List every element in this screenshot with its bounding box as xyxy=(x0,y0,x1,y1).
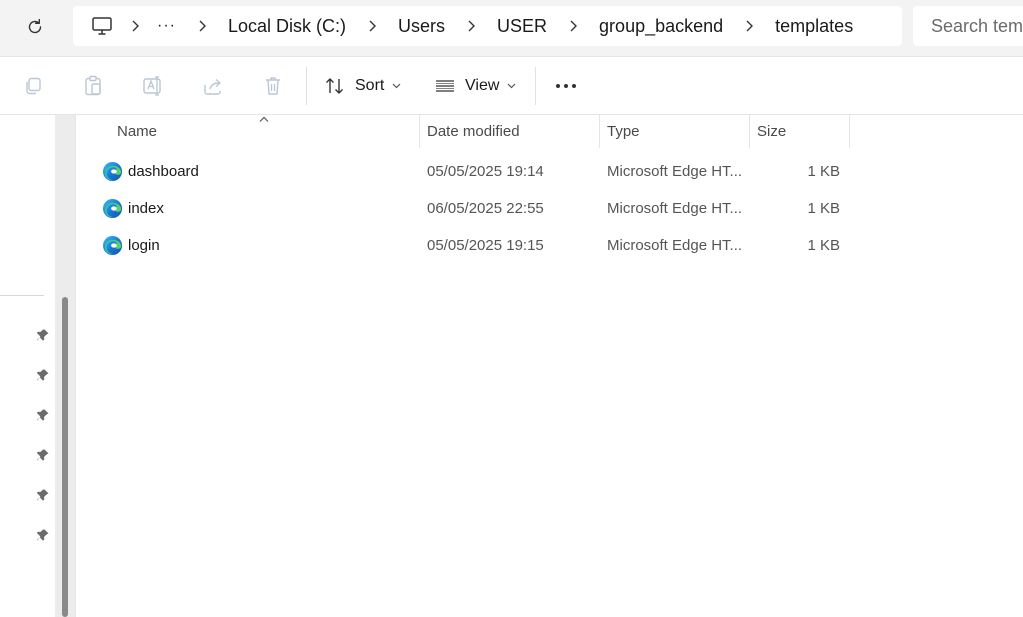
file-row[interactable]: dashboard 05/05/2025 19:14 Microsoft Edg… xyxy=(96,153,850,190)
paste-icon xyxy=(85,75,101,96)
file-row[interactable]: login 05/05/2025 19:15 Microsoft Edge HT… xyxy=(96,227,850,264)
nav-scrollbar-thumb[interactable] xyxy=(62,297,68,617)
breadcrumb-item-users[interactable]: Users xyxy=(394,11,449,41)
file-name: dashboard xyxy=(128,163,199,180)
command-divider xyxy=(306,67,307,105)
copy-icon xyxy=(26,77,41,95)
this-pc-button[interactable] xyxy=(87,11,117,41)
file-date-modified: 05/05/2025 19:15 xyxy=(427,237,544,254)
pin-icon[interactable] xyxy=(35,367,51,383)
command-bar: Sort View xyxy=(0,57,1023,115)
file-name: index xyxy=(128,200,164,217)
file-name: login xyxy=(128,237,160,254)
breadcrumb-item-group-backend[interactable]: group_backend xyxy=(595,11,727,41)
breadcrumb-item-local-disk[interactable]: Local Disk (C:) xyxy=(224,11,350,41)
sort-label: Sort xyxy=(355,77,385,94)
breadcrumb[interactable]: ··· Local Disk (C:) Users USER group_bac… xyxy=(73,6,902,46)
file-list: Name Date modified Type Size dashboard 0… xyxy=(76,115,1023,617)
sort-button[interactable]: Sort xyxy=(324,70,401,102)
see-more-button[interactable] xyxy=(549,70,583,102)
breadcrumb-overflow-button[interactable]: ··· xyxy=(153,11,180,41)
sort-arrows-icon xyxy=(326,78,343,94)
navigation-pane xyxy=(0,115,76,617)
breadcrumb-separator[interactable] xyxy=(449,11,493,41)
breadcrumb-separator[interactable] xyxy=(551,11,595,41)
more-icon xyxy=(556,84,576,88)
copy-button[interactable] xyxy=(17,70,49,102)
chevron-right-icon xyxy=(199,20,206,32)
breadcrumb-separator[interactable] xyxy=(117,11,153,41)
file-type: Microsoft Edge HT... xyxy=(607,163,743,180)
pin-icon[interactable] xyxy=(35,447,51,463)
chevron-right-icon xyxy=(746,20,754,32)
chevron-right-icon xyxy=(570,20,578,32)
refresh-icon xyxy=(28,18,42,34)
chevron-down-icon xyxy=(392,83,401,89)
edge-html-file-icon xyxy=(102,235,123,256)
share-icon xyxy=(204,78,221,95)
file-type: Microsoft Edge HT... xyxy=(607,237,743,254)
breadcrumb-item-templates[interactable]: templates xyxy=(771,11,857,41)
pin-icon[interactable] xyxy=(35,407,51,423)
chevron-right-icon xyxy=(468,20,476,32)
file-size: 1 KB xyxy=(807,237,840,254)
pin-icon[interactable] xyxy=(35,487,51,503)
chevron-right-icon xyxy=(369,20,377,32)
edge-html-file-icon xyxy=(102,198,123,219)
refresh-button[interactable] xyxy=(22,14,48,40)
chevron-right-icon xyxy=(132,20,139,32)
pin-icon[interactable] xyxy=(35,327,51,343)
trash-icon xyxy=(266,77,280,95)
file-date-modified: 06/05/2025 22:55 xyxy=(427,200,544,217)
delete-button[interactable] xyxy=(257,70,289,102)
pin-icon[interactable] xyxy=(35,527,51,543)
column-header-size[interactable]: Size xyxy=(750,115,849,148)
view-label: View xyxy=(465,77,500,94)
computer-icon xyxy=(92,17,112,35)
breadcrumb-item-user[interactable]: USER xyxy=(493,11,551,41)
file-size: 1 KB xyxy=(807,200,840,217)
rename-icon xyxy=(143,76,161,96)
file-size: 1 KB xyxy=(807,163,840,180)
column-header-date[interactable]: Date modified xyxy=(420,115,599,148)
address-row: ··· Local Disk (C:) Users USER group_bac… xyxy=(0,0,1023,57)
rename-button[interactable] xyxy=(137,70,169,102)
sort-ascending-icon xyxy=(259,116,269,122)
nav-divider xyxy=(0,295,44,296)
paste-button[interactable] xyxy=(77,70,109,102)
command-divider xyxy=(535,67,536,105)
column-header-type[interactable]: Type xyxy=(600,115,749,148)
column-separator[interactable] xyxy=(849,115,850,148)
share-button[interactable] xyxy=(197,70,229,102)
edge-html-file-icon xyxy=(102,161,123,182)
chevron-down-icon xyxy=(507,83,516,89)
breadcrumb-separator[interactable] xyxy=(727,11,771,41)
file-type: Microsoft Edge HT... xyxy=(607,200,743,217)
file-date-modified: 05/05/2025 19:14 xyxy=(427,163,544,180)
breadcrumb-separator[interactable] xyxy=(180,11,224,41)
breadcrumb-separator[interactable] xyxy=(350,11,394,41)
view-button[interactable]: View xyxy=(434,70,516,102)
file-row[interactable]: index 06/05/2025 22:55 Microsoft Edge HT… xyxy=(96,190,850,227)
search-input[interactable]: Search templates xyxy=(913,6,1023,46)
view-lines-icon xyxy=(436,80,454,92)
